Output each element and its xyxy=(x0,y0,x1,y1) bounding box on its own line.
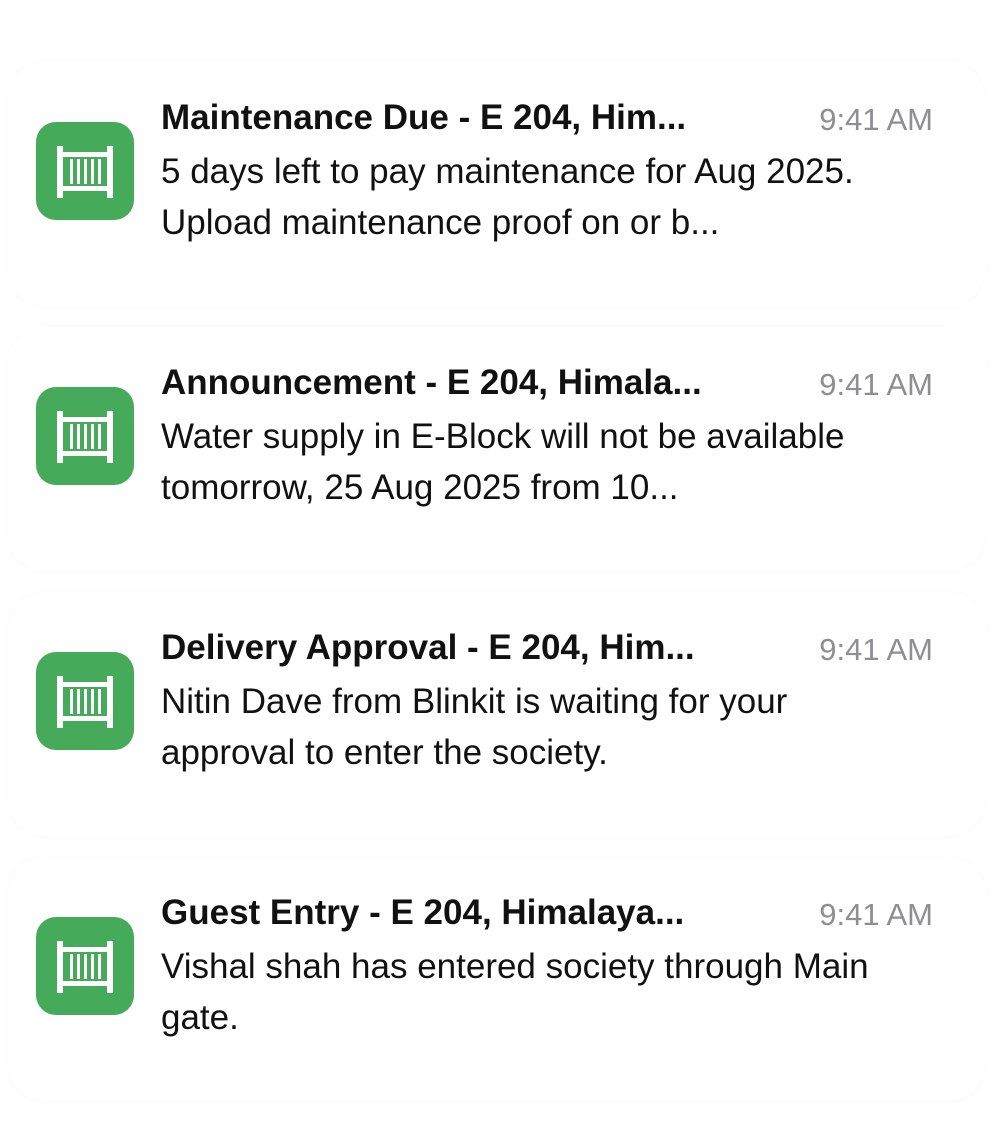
gate-icon xyxy=(36,652,134,750)
notification-body: Water supply in E-Block will not be avai… xyxy=(161,417,845,507)
notification-title: Guest Entry - E 204, Himalaya... xyxy=(161,893,685,932)
notification-card[interactable]: Maintenance Due - E 204, Him... 9:41 AM … xyxy=(8,62,985,306)
notification-title: Announcement - E 204, Himala... xyxy=(161,363,702,402)
notification-card[interactable]: Guest Entry - E 204, Himalaya... 9:41 AM… xyxy=(8,857,985,1101)
gate-icon xyxy=(36,917,134,1015)
notification-time: 9:41 AM xyxy=(819,102,933,137)
notification-title: Delivery Approval - E 204, Him... xyxy=(161,628,695,667)
notification-time: 9:41 AM xyxy=(819,367,933,402)
notification-list: Maintenance Due - E 204, Him... 9:41 AM … xyxy=(0,0,993,1133)
notification-card[interactable]: Delivery Approval - E 204, Him... 9:41 A… xyxy=(8,592,985,836)
notification-body: Vishal shah has entered society through … xyxy=(161,947,869,1037)
notification-card[interactable]: Announcement - E 204, Himala... 9:41 AM … xyxy=(8,327,985,571)
notification-body: 5 days left to pay maintenance for Aug 2… xyxy=(161,152,854,242)
notification-title: Maintenance Due - E 204, Him... xyxy=(161,98,687,137)
notification-body: Nitin Dave from Blinkit is waiting for y… xyxy=(161,682,788,772)
notification-time: 9:41 AM xyxy=(819,632,933,667)
gate-icon xyxy=(36,122,134,220)
gate-icon xyxy=(36,387,134,485)
notification-time: 9:41 AM xyxy=(819,897,933,932)
